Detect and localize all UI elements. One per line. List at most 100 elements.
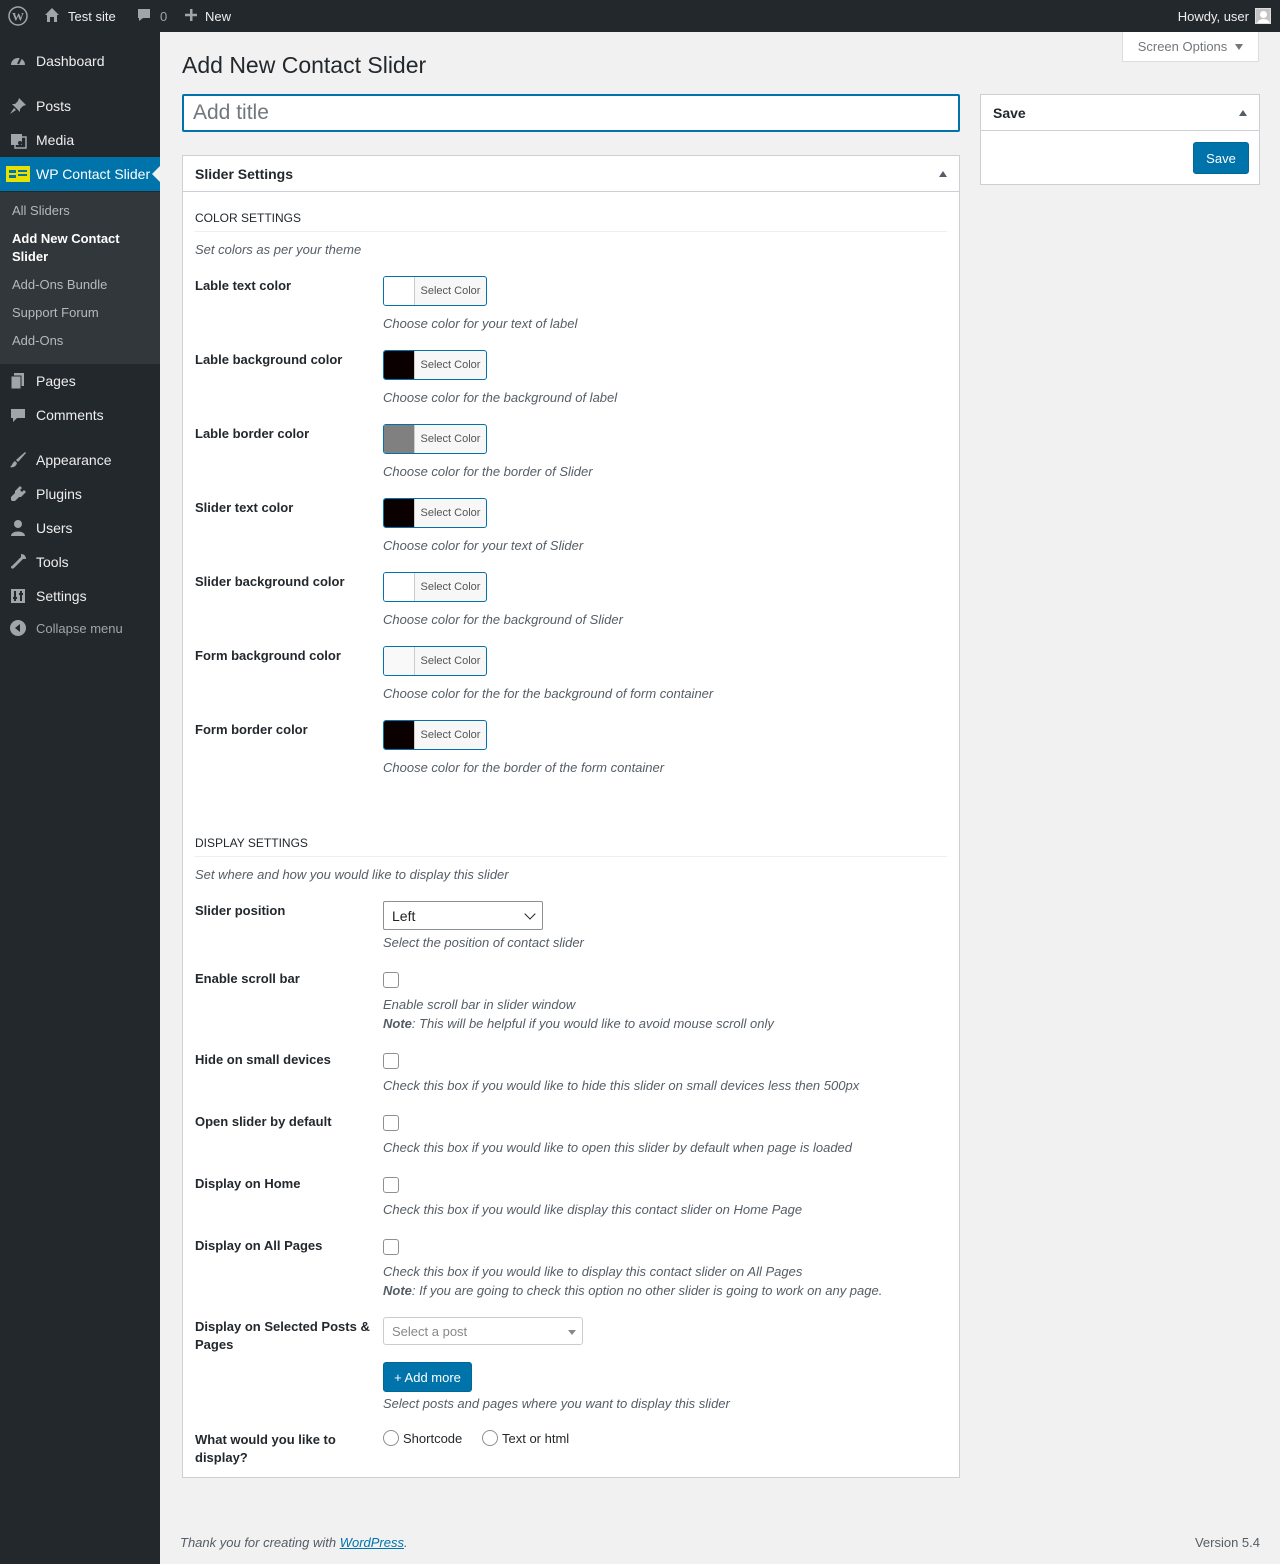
slider-text-color-label: Slider text color bbox=[195, 500, 294, 515]
note-bold: Note bbox=[383, 1283, 412, 1298]
menu-item-pages[interactable]: Pages bbox=[0, 364, 160, 398]
wordpress-link[interactable]: WordPress bbox=[340, 1535, 404, 1550]
screen-options-button[interactable]: Screen Options bbox=[1122, 32, 1259, 62]
color-swatch bbox=[384, 277, 415, 305]
slider-position-select[interactable]: Left bbox=[383, 901, 543, 930]
submenu-all-sliders[interactable]: All Sliders bbox=[12, 202, 70, 220]
text-html-radio[interactable] bbox=[482, 1430, 498, 1446]
pushpin-icon bbox=[0, 97, 36, 115]
media-icon bbox=[0, 131, 36, 149]
slider-settings-header[interactable]: Slider Settings bbox=[183, 156, 959, 192]
comments-link[interactable]: 0 bbox=[136, 0, 167, 32]
menu-item-plugins[interactable]: Plugins bbox=[0, 477, 160, 511]
slider-settings-title: Slider Settings bbox=[195, 165, 294, 182]
collapse-menu-button[interactable]: Collapse menu bbox=[0, 611, 160, 645]
wrench-icon bbox=[0, 553, 36, 571]
screen-options-label: Screen Options bbox=[1137, 39, 1228, 54]
display-home-label: Display on Home bbox=[195, 1176, 301, 1191]
my-account[interactable]: Howdy, user bbox=[1178, 0, 1271, 32]
select-color-label: Select Color bbox=[420, 655, 481, 667]
menu-item-users[interactable]: Users bbox=[0, 511, 160, 545]
save-box-title: Save bbox=[993, 104, 1026, 121]
color-swatch bbox=[384, 573, 415, 601]
settings-icon bbox=[0, 587, 36, 605]
menu-item-dashboard[interactable]: Dashboard bbox=[0, 44, 160, 78]
lable-text-color-label: Lable text color bbox=[195, 278, 292, 293]
lable-border-color-help: Choose color for the border of Slider bbox=[383, 464, 593, 479]
wordpress-logo-icon[interactable]: W bbox=[8, 0, 28, 32]
display-all-note: Note: If you are going to check this opt… bbox=[383, 1283, 882, 1298]
display-what-label: What would you like to display? bbox=[195, 1432, 336, 1465]
form-background-color-picker[interactable]: Select Color bbox=[383, 646, 487, 676]
new-content-link[interactable]: New bbox=[184, 0, 231, 32]
add-more-button[interactable]: + Add more bbox=[383, 1362, 472, 1392]
submenu-add-new[interactable]: Add New Contact Slider bbox=[12, 230, 142, 266]
site-link[interactable]: Test site bbox=[44, 0, 116, 32]
slider-background-color-picker[interactable]: Select Color bbox=[383, 572, 487, 602]
open-default-checkbox[interactable] bbox=[383, 1115, 399, 1131]
display-all-help: Check this box if you would like to disp… bbox=[383, 1264, 803, 1279]
menu-label: Posts bbox=[36, 98, 72, 114]
comment-icon bbox=[136, 7, 152, 26]
comments-count: 0 bbox=[160, 8, 168, 24]
home-icon bbox=[44, 7, 60, 26]
submenu-support-forum[interactable]: Support Forum bbox=[12, 304, 99, 322]
collapse-label: Collapse menu bbox=[36, 620, 123, 636]
display-all-checkbox[interactable] bbox=[383, 1239, 399, 1255]
slider-position-label: Slider position bbox=[195, 903, 286, 918]
menu-item-settings[interactable]: Settings bbox=[0, 579, 160, 613]
display-home-checkbox[interactable] bbox=[383, 1177, 399, 1193]
color-swatch bbox=[384, 647, 415, 675]
menu-label: Comments bbox=[36, 407, 104, 423]
display-settings-title: DISPLAY SETTINGS bbox=[195, 836, 947, 857]
menu-item-comments[interactable]: Comments bbox=[0, 398, 160, 432]
page-icon bbox=[0, 372, 36, 390]
submenu-addons[interactable]: Add-Ons bbox=[12, 332, 63, 350]
lable-text-color-help: Choose color for your text of label bbox=[383, 316, 578, 331]
footer-thankyou: Thank you for creating with WordPress. bbox=[180, 1535, 408, 1550]
text-html-radio-option[interactable]: Text or html bbox=[482, 1430, 569, 1446]
slider-background-color-label: Slider background color bbox=[195, 574, 345, 589]
save-button[interactable]: Save bbox=[1193, 142, 1249, 174]
slider-position-value: Left bbox=[392, 907, 416, 924]
display-selected-help: Select posts and pages where you want to… bbox=[383, 1396, 730, 1411]
footer-text: Thank you for creating with bbox=[180, 1535, 340, 1550]
submenu-addons-bundle[interactable]: Add-Ons Bundle bbox=[12, 276, 107, 294]
toggle-arrow-icon[interactable] bbox=[939, 171, 947, 177]
text-html-label: Text or html bbox=[502, 1430, 570, 1446]
hide-small-help: Check this box if you would like to hide… bbox=[383, 1078, 860, 1093]
scroll-bar-note: Note: This will be helpful if you would … bbox=[383, 1016, 774, 1031]
admin-menu: Dashboard Posts Media WP Contact Slider … bbox=[0, 32, 160, 1564]
toggle-arrow-icon[interactable] bbox=[1239, 110, 1247, 116]
menu-item-posts[interactable]: Posts bbox=[0, 89, 160, 123]
lable-border-color-picker[interactable]: Select Color bbox=[383, 424, 487, 454]
menu-label: Media bbox=[36, 132, 75, 148]
color-swatch bbox=[384, 499, 415, 527]
shortcode-radio[interactable] bbox=[383, 1430, 399, 1446]
slider-background-color-help: Choose color for the background of Slide… bbox=[383, 612, 623, 627]
submenu-contact-slider: All Sliders Add New Contact Slider Add-O… bbox=[0, 192, 160, 364]
menu-label: Dashboard bbox=[36, 53, 105, 69]
slider-settings-box: Slider Settings COLOR SETTINGS Set color… bbox=[182, 155, 960, 1478]
form-border-color-picker[interactable]: Select Color bbox=[383, 720, 487, 750]
lable-background-color-picker[interactable]: Select Color bbox=[383, 350, 487, 380]
scroll-bar-help: Enable scroll bar in slider window bbox=[383, 997, 576, 1012]
footer-version: Version 5.4 bbox=[1194, 1535, 1260, 1550]
select-color-label: Select Color bbox=[420, 359, 481, 371]
lable-text-color-picker[interactable]: Select Color bbox=[383, 276, 487, 306]
menu-item-tools[interactable]: Tools bbox=[0, 545, 160, 579]
menu-item-appearance[interactable]: Appearance bbox=[0, 443, 160, 477]
scroll-bar-label: Enable scroll bar bbox=[195, 971, 300, 986]
title-input[interactable]: Add title bbox=[182, 94, 960, 132]
menu-item-media[interactable]: Media bbox=[0, 123, 160, 157]
slider-text-color-picker[interactable]: Select Color bbox=[383, 498, 487, 528]
shortcode-radio-option[interactable]: Shortcode bbox=[383, 1430, 462, 1446]
select-post-dropdown[interactable]: Select a post bbox=[383, 1317, 583, 1345]
hide-small-label: Hide on small devices bbox=[195, 1052, 331, 1067]
color-swatch bbox=[384, 721, 415, 749]
menu-item-wp-contact-slider[interactable]: WP Contact Slider bbox=[0, 157, 160, 191]
scroll-bar-checkbox[interactable] bbox=[383, 972, 399, 988]
color-settings-desc: Set colors as per your theme bbox=[195, 242, 362, 257]
save-box-header[interactable]: Save bbox=[981, 95, 1259, 131]
hide-small-checkbox[interactable] bbox=[383, 1053, 399, 1069]
